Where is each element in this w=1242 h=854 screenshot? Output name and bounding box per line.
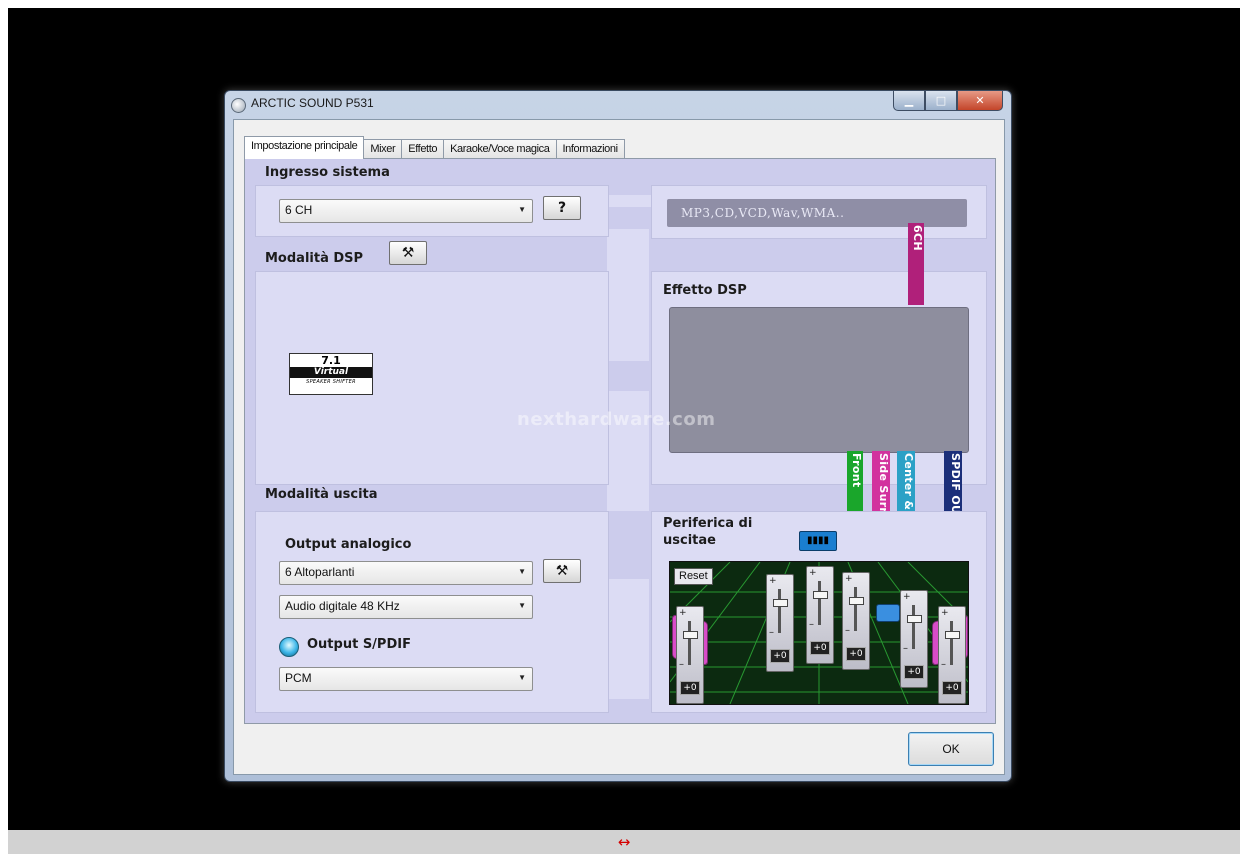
tab-effect[interactable]: Effetto — [402, 139, 445, 160]
spdif-format-value: PCM — [285, 671, 312, 685]
analog-output-heading: Output analogico — [285, 537, 412, 552]
fader-value: +0 — [904, 665, 924, 679]
plus-sign: + — [809, 568, 817, 578]
input-channels-select[interactable]: 6 CH ▼ — [279, 199, 533, 223]
plus-sign: + — [679, 608, 687, 618]
hammer-icon: ⚒ — [555, 563, 569, 579]
spdif-output-toggle[interactable] — [279, 637, 299, 657]
help-button[interactable]: ? — [543, 196, 581, 220]
minus-sign: – — [679, 659, 684, 670]
digital-audio-value: Audio digitale 48 KHz — [285, 599, 400, 613]
fader-front-right[interactable]: + – +0 — [842, 572, 870, 670]
subwoofer-speaker — [876, 604, 900, 622]
close-button[interactable]: ✕ — [957, 91, 1003, 111]
client-area: Impostazione principale Mixer Effetto Ka… — [233, 119, 1005, 775]
reset-button[interactable]: Reset — [674, 568, 713, 585]
minimize-icon: ▁ — [904, 94, 914, 107]
spdif-output-heading: Output S/PDIF — [307, 637, 411, 652]
plus-sign: + — [845, 574, 853, 584]
speaker-bars-icon: ▮▮▮▮ — [806, 535, 829, 546]
minus-sign: – — [941, 659, 946, 670]
input-channels-value: 6 CH — [285, 203, 313, 217]
fader-center[interactable]: + – +0 — [806, 566, 834, 664]
speaker-test-button[interactable]: ▮▮▮▮ — [799, 531, 837, 551]
window-title: ARCTIC SOUND P531 — [251, 96, 374, 110]
output-mode-heading: Modalità uscita — [265, 487, 378, 502]
virtual-71-logo[interactable]: 7.1 Virtual SPEAKER SHIFTER — [289, 353, 373, 395]
fader-knob[interactable] — [813, 591, 828, 599]
dsp-effect-heading: Effetto DSP — [663, 283, 747, 298]
plus-sign: + — [941, 608, 949, 618]
minus-sign: – — [809, 619, 814, 630]
output-device-heading: Periferica di uscitae — [663, 516, 753, 548]
fader-value: +0 — [680, 681, 700, 695]
minus-sign: – — [769, 627, 774, 638]
channel-6ch-label: 6CH — [908, 223, 924, 305]
tab-main-settings[interactable]: Impostazione principale — [244, 136, 365, 159]
close-icon: ✕ — [975, 94, 985, 107]
fader-track — [912, 605, 915, 649]
fader-track — [778, 589, 781, 633]
dsp-settings-button[interactable]: ⚒ — [389, 241, 427, 265]
fader-knob[interactable] — [849, 597, 864, 605]
fader-track — [854, 587, 857, 631]
ok-button[interactable]: OK — [908, 732, 994, 766]
logo-number: 7.1 — [321, 354, 341, 367]
minimize-button[interactable]: ▁ — [893, 91, 925, 111]
fader-left-surround[interactable]: + – +0 — [676, 606, 704, 704]
fader-knob[interactable] — [945, 631, 960, 639]
tab-bar: Impostazione principale Mixer Effetto Ka… — [244, 136, 625, 160]
app-window: ARCTIC SOUND P531 ▁ □ ✕ Impostazione pri… — [224, 90, 1012, 782]
fader-knob[interactable] — [773, 599, 788, 607]
minus-sign: – — [903, 643, 908, 654]
app-icon — [231, 98, 246, 113]
chevron-down-icon: ▼ — [518, 601, 526, 610]
hammer-icon: ⚒ — [401, 245, 415, 261]
maximize-icon: □ — [935, 94, 947, 107]
logo-word: Virtual — [290, 367, 372, 378]
fader-knob[interactable] — [907, 615, 922, 623]
tab-mixer[interactable]: Mixer — [364, 139, 403, 160]
fader-track — [688, 621, 691, 665]
fader-track — [818, 581, 821, 625]
spdif-format-select[interactable]: PCM ▼ — [279, 667, 533, 691]
bottom-bar: ↔ — [8, 830, 1240, 854]
speaker-settings-button[interactable]: ⚒ — [543, 559, 581, 583]
minus-sign: – — [845, 625, 850, 636]
fader-right-surround[interactable]: + – +0 — [938, 606, 966, 704]
plus-sign: + — [903, 592, 911, 602]
maximize-button[interactable]: □ — [925, 91, 957, 111]
chevron-down-icon: ▼ — [518, 673, 526, 682]
digital-audio-select[interactable]: Audio digitale 48 KHz ▼ — [279, 595, 533, 619]
window-controls: ▁ □ ✕ — [893, 91, 1003, 111]
logo-tag: SPEAKER SHIFTER — [306, 379, 356, 385]
speaker-layout-view: Reset + – +0 + – +0 + – +0 + – +0 + – +0… — [669, 561, 969, 705]
fader-subwoofer[interactable]: + – +0 — [900, 590, 928, 688]
tab-karaoke[interactable]: Karaoke/Voce magica — [444, 139, 557, 160]
fader-value: +0 — [846, 647, 866, 661]
fader-front-left[interactable]: + – +0 — [766, 574, 794, 672]
main-settings-panel: Ingresso sistema 6 CH ▼ ? MP3,CD,VCD,Wav… — [244, 158, 996, 724]
dsp-effect-display — [669, 307, 969, 453]
chevron-down-icon: ▼ — [518, 205, 526, 214]
speakers-select[interactable]: 6 Altoparlanti ▼ — [279, 561, 533, 585]
fader-value: +0 — [770, 649, 790, 663]
speakers-value: 6 Altoparlanti — [285, 565, 355, 579]
fader-knob[interactable] — [683, 631, 698, 639]
fader-value: +0 — [810, 641, 830, 655]
plus-sign: + — [769, 576, 777, 586]
dsp-mode-heading: Modalità DSP — [265, 251, 364, 266]
tab-information[interactable]: Informazioni — [556, 139, 625, 160]
resize-arrows-icon[interactable]: ↔ — [618, 833, 631, 851]
title-bar[interactable]: ARCTIC SOUND P531 ▁ □ ✕ — [225, 91, 1011, 119]
connector — [607, 229, 649, 361]
connector — [603, 195, 653, 207]
watermark: nexthardware.com — [517, 409, 716, 430]
connector — [607, 579, 649, 699]
fader-value: +0 — [942, 681, 962, 695]
chevron-down-icon: ▼ — [518, 567, 526, 576]
system-input-heading: Ingresso sistema — [265, 165, 390, 180]
fader-track — [950, 621, 953, 665]
